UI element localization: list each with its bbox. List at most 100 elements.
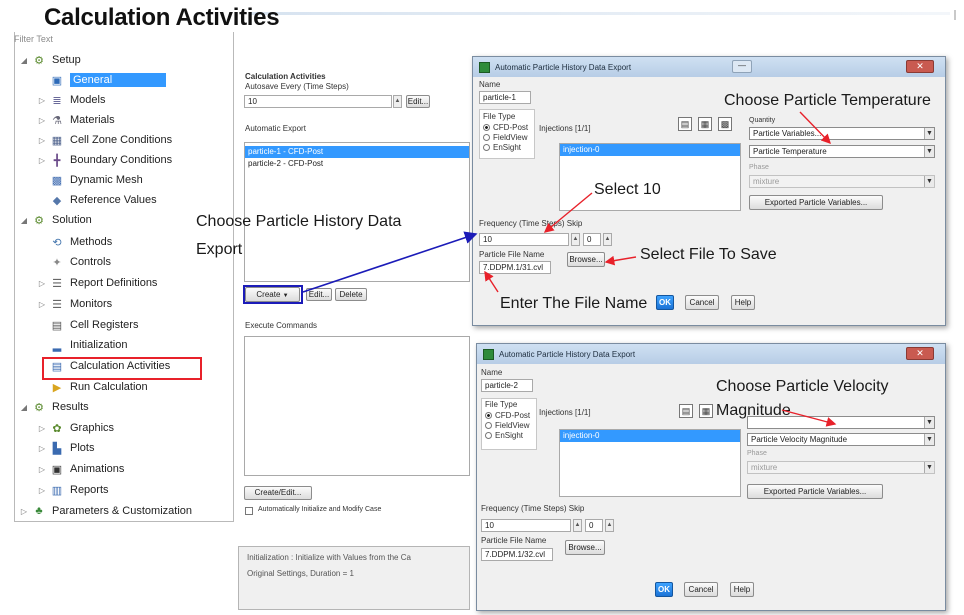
skip-input[interactable]: 0 bbox=[585, 519, 603, 532]
tree-item-controls[interactable]: ✦ Controls bbox=[37, 252, 111, 272]
file-type-label: File Type bbox=[483, 112, 516, 121]
frequency-spinner[interactable]: ▲ bbox=[571, 233, 580, 246]
expand-toggle-icon[interactable]: ▷ bbox=[37, 465, 47, 474]
tree-item-label: Solution bbox=[52, 214, 92, 226]
radio-cfd-post[interactable]: CFD-Post bbox=[483, 123, 528, 132]
tree-item-graphics[interactable]: ▷ ✿ Graphics bbox=[37, 418, 114, 438]
expand-toggle-icon[interactable]: ◢ bbox=[19, 56, 29, 65]
autosave-spinner[interactable]: ▲ bbox=[393, 95, 402, 108]
filter-text-input[interactable]: Filter Text bbox=[14, 34, 53, 44]
tree-item-animations[interactable]: ▷ ▣ Animations bbox=[37, 459, 125, 479]
ok-button[interactable]: OK bbox=[656, 295, 674, 310]
radio-icon bbox=[483, 134, 490, 141]
expand-toggle-icon[interactable]: ▷ bbox=[37, 156, 47, 165]
tree-item-cell-registers[interactable]: ▤ Cell Registers bbox=[37, 315, 139, 335]
tree-item-solution[interactable]: ◢ ⚙ Solution bbox=[19, 210, 92, 230]
tree-item-models[interactable]: ▷ ≣ Models bbox=[37, 90, 106, 110]
tree-item-plots[interactable]: ▷ ▙ Plots bbox=[37, 438, 95, 458]
auto-init-checkbox[interactable] bbox=[245, 507, 253, 515]
skip-spinner[interactable]: ▲ bbox=[603, 233, 612, 246]
tree-item-general[interactable]: ▣ General bbox=[37, 70, 167, 90]
name-input[interactable]: particle-2 bbox=[481, 379, 533, 392]
tree-item-label: Graphics bbox=[70, 422, 115, 434]
tree-item-monitors[interactable]: ▷ ☰ Monitors bbox=[37, 294, 112, 314]
help-button[interactable]: Help bbox=[731, 295, 755, 310]
tree-item-dynamic-mesh[interactable]: ▩ Dynamic Mesh bbox=[37, 170, 143, 190]
quantity-dropdown[interactable]: Particle Variables... ▼ bbox=[749, 127, 935, 140]
deselect-icon[interactable]: ▦ bbox=[698, 117, 712, 131]
expand-toggle-icon[interactable]: ▷ bbox=[37, 96, 47, 105]
expand-toggle-icon[interactable]: ◢ bbox=[19, 403, 29, 412]
tree-item-reference-values[interactable]: ◆ Reference Values bbox=[37, 190, 157, 210]
radio-cfd-post[interactable]: CFD-Post bbox=[485, 411, 530, 420]
export-list-item[interactable]: particle-2 - CFD-Post bbox=[245, 158, 469, 170]
variable-dropdown[interactable]: Particle Velocity Magnitude ▼ bbox=[747, 433, 935, 446]
tree-item-reports[interactable]: ▷ ▥ Reports bbox=[37, 480, 109, 500]
close-icon[interactable]: ✕ bbox=[906, 60, 934, 73]
injection-item[interactable]: injection-0 bbox=[560, 144, 740, 156]
expand-toggle-icon[interactable]: ▷ bbox=[37, 300, 47, 309]
file-name-input[interactable]: 7.DDPM.1/32.cvl bbox=[481, 548, 553, 561]
expand-toggle-icon[interactable]: ▷ bbox=[37, 444, 47, 453]
skip-spinner[interactable]: ▲ bbox=[605, 519, 614, 532]
radio-selected-icon bbox=[485, 412, 492, 419]
activities-info-box: Initialization : Initialize with Values … bbox=[238, 546, 470, 610]
tree-item-boundary-conditions[interactable]: ▷ ╋ Boundary Conditions bbox=[37, 150, 172, 170]
tree-item-run-calculation[interactable]: ▶ Run Calculation bbox=[37, 377, 148, 397]
injections-list[interactable]: injection-0 bbox=[559, 143, 741, 211]
injections-list[interactable]: injection-0 bbox=[559, 429, 741, 497]
phase-label: Phase bbox=[747, 450, 767, 457]
expand-toggle-icon[interactable]: ▷ bbox=[37, 116, 47, 125]
radio-ensight[interactable]: EnSight bbox=[483, 143, 521, 152]
tree-item-materials[interactable]: ▷ ⚗ Materials bbox=[37, 110, 115, 130]
expand-toggle-icon[interactable]: ◢ bbox=[19, 216, 29, 225]
automatic-export-list[interactable]: particle-1 - CFD-Post particle-2 - CFD-P… bbox=[244, 142, 470, 282]
create-edit-button[interactable]: Create/Edit... bbox=[244, 486, 312, 500]
delete-export-button[interactable]: Delete bbox=[335, 288, 367, 301]
tree-item-parameters-customization[interactable]: ▷ ♣ Parameters & Customization bbox=[19, 501, 192, 521]
radio-fieldview[interactable]: FieldView bbox=[485, 421, 530, 430]
file-name-input[interactable]: 7.DDPM.1/31.cvl bbox=[479, 261, 551, 274]
select-all-icon[interactable]: ▤ bbox=[679, 404, 693, 418]
tree-item-label: Dynamic Mesh bbox=[70, 174, 143, 186]
expand-toggle-icon[interactable]: ▷ bbox=[37, 136, 47, 145]
autosave-input[interactable]: 10 bbox=[244, 95, 392, 108]
expand-toggle-icon[interactable]: ▷ bbox=[37, 486, 47, 495]
cancel-button[interactable]: Cancel bbox=[685, 295, 719, 310]
name-input[interactable]: particle-1 bbox=[479, 91, 531, 104]
deselect-icon[interactable]: ▦ bbox=[699, 404, 713, 418]
tree-item-cell-zone-conditions[interactable]: ▷ ▦ Cell Zone Conditions bbox=[37, 130, 172, 150]
tree-item-setup[interactable]: ◢ ⚙ Setup bbox=[19, 50, 81, 70]
skip-input[interactable]: 0 bbox=[583, 233, 601, 246]
filter-icon[interactable]: ▩ bbox=[718, 117, 732, 131]
tree-item-methods[interactable]: ⟲ Methods bbox=[37, 232, 112, 252]
expand-toggle-icon[interactable]: ▷ bbox=[37, 279, 47, 288]
injection-item[interactable]: injection-0 bbox=[560, 430, 740, 442]
help-button[interactable]: Help bbox=[730, 582, 754, 597]
exported-variables-button[interactable]: Exported Particle Variables... bbox=[749, 195, 883, 210]
cancel-button[interactable]: Cancel bbox=[684, 582, 718, 597]
frequency-spinner[interactable]: ▲ bbox=[573, 519, 582, 532]
tree-item-report-definitions[interactable]: ▷ ☰ Report Definitions bbox=[37, 273, 158, 293]
exported-variables-button[interactable]: Exported Particle Variables... bbox=[747, 484, 883, 499]
expand-toggle-icon[interactable]: ▷ bbox=[19, 507, 29, 516]
select-all-icon[interactable]: ▤ bbox=[678, 117, 692, 131]
browse-button[interactable]: Browse... bbox=[565, 540, 605, 555]
expand-toggle-icon[interactable]: ▷ bbox=[37, 424, 47, 433]
close-icon[interactable]: ✕ bbox=[906, 347, 934, 360]
execute-commands-list[interactable] bbox=[244, 336, 470, 476]
autosave-edit-button[interactable]: Edit... bbox=[406, 95, 430, 108]
tree-item-results[interactable]: ◢ ⚙ Results bbox=[19, 397, 89, 417]
frequency-input[interactable]: 10 bbox=[481, 519, 571, 532]
radio-ensight[interactable]: EnSight bbox=[485, 431, 523, 440]
browse-button[interactable]: Browse... bbox=[567, 252, 605, 267]
file-name-label: Particle File Name bbox=[479, 250, 545, 259]
variable-dropdown[interactable]: Particle Temperature ▼ bbox=[749, 145, 935, 158]
radio-fieldview[interactable]: FieldView bbox=[483, 133, 528, 142]
export-list-item[interactable]: particle-1 - CFD-Post bbox=[245, 146, 469, 158]
tree-item-initialization[interactable]: ▂ Initialization bbox=[37, 335, 128, 355]
frequency-input[interactable]: 10 bbox=[479, 233, 569, 246]
minimize-icon[interactable]: — bbox=[732, 60, 752, 73]
edit-export-button[interactable]: Edit... bbox=[306, 288, 332, 301]
ok-button[interactable]: OK bbox=[655, 582, 673, 597]
